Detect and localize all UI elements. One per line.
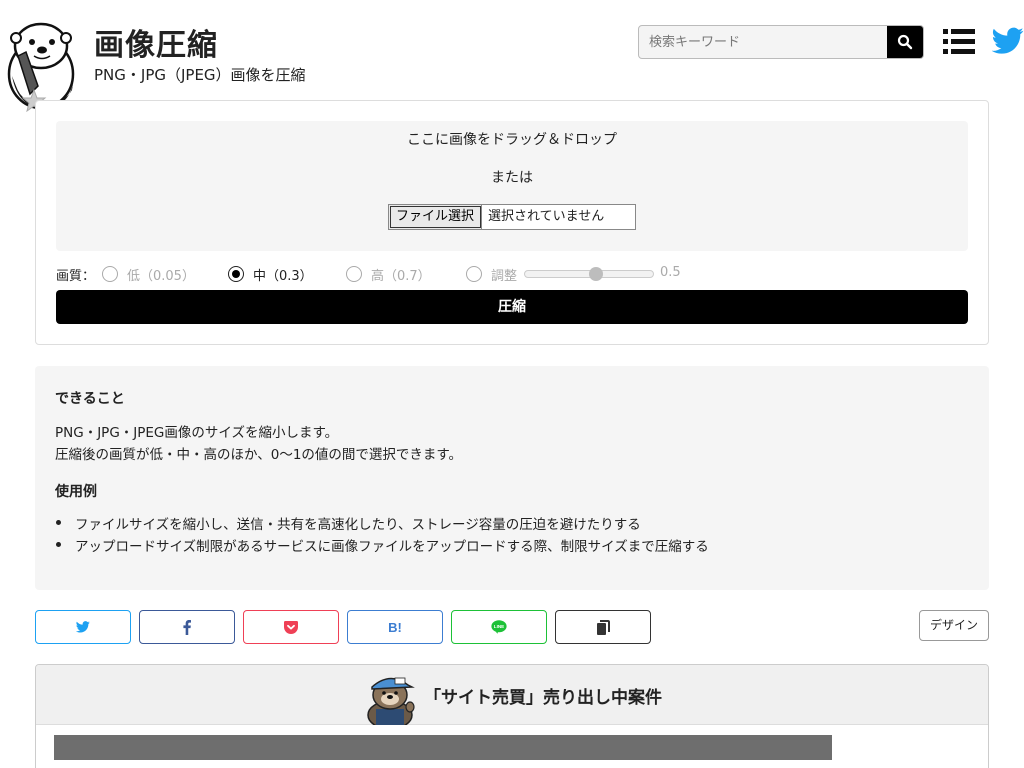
search-icon xyxy=(897,34,913,50)
quality-option-medium[interactable]: 中（0.3） xyxy=(228,263,313,285)
quality-option-medium-label: 中（0.3） xyxy=(253,268,313,284)
quality-option-high[interactable]: 高（0.7） xyxy=(346,263,431,285)
twitter-icon xyxy=(76,621,90,633)
line-icon: LINE xyxy=(491,620,507,634)
radio-high[interactable] xyxy=(346,266,362,282)
menu-icon[interactable] xyxy=(942,26,976,58)
compress-button[interactable]: 圧縮 xyxy=(56,290,968,324)
site-header: 画像圧縮 PNG・JPG（JPEG）画像を圧縮 xyxy=(0,0,1024,112)
search-button[interactable] xyxy=(887,26,923,58)
info-heading-features: できること xyxy=(55,391,125,407)
quality-option-high-label: 高（0.7） xyxy=(371,268,431,284)
file-status: 選択されていません xyxy=(488,209,605,224)
quality-option-low-label: 低（0.05） xyxy=(127,268,195,284)
file-select-button[interactable]: ファイル選択 xyxy=(389,205,482,229)
info-paragraph-1: PNG・JPG・JPEG画像のサイズを縮小します。 xyxy=(55,425,339,441)
drop-zone[interactable]: ここに画像をドラッグ＆ドロップ または ファイル選択 選択されていません xyxy=(56,121,968,251)
page-subtitle: PNG・JPG（JPEG）画像を圧縮 xyxy=(94,66,306,84)
share-facebook-button[interactable] xyxy=(139,610,235,644)
search-input[interactable] xyxy=(639,26,889,58)
pocket-icon xyxy=(284,620,298,634)
file-input[interactable]: ファイル選択 選択されていません xyxy=(388,204,636,230)
quality-slider[interactable] xyxy=(524,267,654,281)
share-pocket-button[interactable] xyxy=(243,610,339,644)
drop-or-text: または xyxy=(491,170,533,186)
twitter-icon[interactable] xyxy=(992,26,1024,56)
quality-selector: 画質： 低（0.05） 中（0.3） 高（0.7） 調整 0.5 xyxy=(56,263,968,285)
radio-low[interactable] xyxy=(102,266,118,282)
site-sale-box: 「サイト売買」売り出し中案件 xyxy=(35,664,989,768)
facebook-icon xyxy=(183,619,191,635)
info-heading-examples: 使用例 xyxy=(55,484,97,500)
quality-option-custom[interactable]: 調整 xyxy=(466,263,517,285)
radio-medium[interactable] xyxy=(228,266,244,282)
share-hatena-button[interactable]: B! xyxy=(347,610,443,644)
share-line-button[interactable]: LINE xyxy=(451,610,547,644)
page-title: 画像圧縮 xyxy=(94,28,218,63)
upload-card: ここに画像をドラッグ＆ドロップ または ファイル選択 選択されていません 画質：… xyxy=(35,100,989,345)
quality-option-low[interactable]: 低（0.05） xyxy=(102,263,195,285)
list-item: アップロードサイズ制限があるサービスに画像ファイルをアップロードする際、制限サイ… xyxy=(56,535,709,555)
search-box xyxy=(638,25,924,59)
design-button[interactable]: デザイン xyxy=(919,610,989,641)
radio-custom[interactable] xyxy=(466,266,482,282)
svg-text:LINE: LINE xyxy=(494,624,504,629)
site-sale-header: 「サイト売買」売り出し中案件 xyxy=(36,665,988,725)
list-item: ファイルサイズを縮小し、送信・共有を高速化したり、ストレージ容量の圧迫を避けたり… xyxy=(56,513,641,533)
drop-text: ここに画像をドラッグ＆ドロップ xyxy=(407,132,617,148)
quality-label: 画質： xyxy=(56,269,96,284)
otter-mascot-logo[interactable] xyxy=(4,16,78,112)
hatena-bookmark-icon: B! xyxy=(388,619,402,635)
copy-icon xyxy=(596,619,610,635)
sale-listing-bar[interactable] xyxy=(54,735,832,760)
info-box: できること PNG・JPG・JPEG画像のサイズを縮小します。 圧縮後の画質が低… xyxy=(35,366,989,590)
share-twitter-button[interactable] xyxy=(35,610,131,644)
info-paragraph-2: 圧縮後の画質が低・中・高のほか、0〜1の値の間で選択できます。 xyxy=(55,447,463,463)
site-sale-title: 「サイト売買」売り出し中案件 xyxy=(424,688,662,708)
copy-link-button[interactable] xyxy=(555,610,651,644)
quality-option-custom-label: 調整 xyxy=(491,268,518,284)
slider-value: 0.5 xyxy=(660,265,681,280)
otter-cap-mascot-icon xyxy=(367,677,415,725)
slider-thumb[interactable] xyxy=(589,267,603,281)
